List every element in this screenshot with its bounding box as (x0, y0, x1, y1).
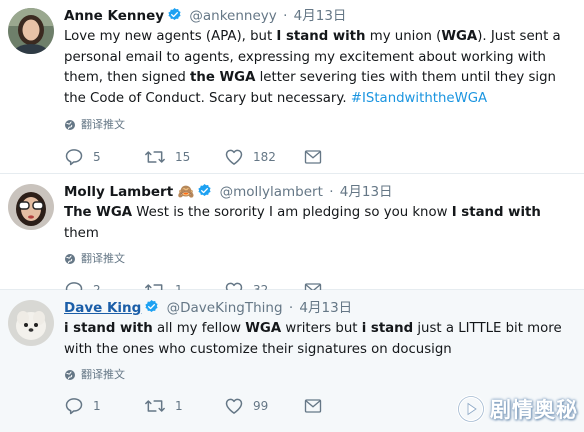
text-part: them (64, 225, 99, 241)
verified-badge-icon (167, 7, 182, 28)
watermark: 剧情奥秘 (456, 394, 578, 424)
heart-icon (225, 149, 243, 165)
text-part-bold: the WGA (190, 70, 256, 85)
author-handle[interactable]: @DaveKingThing (167, 300, 283, 316)
like-count: 99 (253, 399, 269, 413)
direct-message-button[interactable] (304, 398, 384, 414)
direct-message-button[interactable] (304, 149, 384, 165)
text-part-bold: The WGA (64, 205, 133, 220)
avatar[interactable] (8, 8, 54, 54)
text-part-bold: WGA (245, 321, 282, 336)
envelope-icon (304, 399, 322, 413)
retweet-icon (145, 400, 165, 412)
globe-icon (65, 254, 75, 264)
tweet-card[interactable]: Anne Kenney @ankenneyy · 4月13日 Love my n… (0, 0, 584, 174)
tweet-header: Anne Kenney @ankenneyy · 4月13日 (64, 6, 576, 26)
reply-icon (65, 398, 83, 415)
tweet-card[interactable]: Molly Lambert 🙈 @mollylambert · 4月13日 Th… (0, 174, 584, 299)
separator-dot: · (288, 300, 294, 316)
separator-dot: · (329, 184, 334, 200)
avatar[interactable] (8, 300, 54, 346)
text-part-bold: WGA (441, 29, 478, 44)
reply-button[interactable]: 5 (64, 147, 144, 167)
hashtag-link[interactable]: #IStandwiththeWGA (351, 91, 487, 106)
tweet-header: Dave King @DaveKingThing · 4月13日 (64, 298, 576, 318)
retweet-icon (145, 151, 165, 163)
tweet-date[interactable]: 4月13日 (340, 184, 393, 200)
text-part: Love my new agents (APA), but (64, 29, 277, 44)
reply-button[interactable]: 1 (64, 396, 144, 416)
tweet-card[interactable]: Dave King @DaveKingThing · 4月13日 i stand… (0, 290, 584, 432)
author-handle[interactable]: @ankenneyy (189, 8, 276, 24)
globe-icon (65, 120, 75, 130)
translate-tweet-button[interactable]: 翻译推文 (64, 250, 576, 268)
tweet-text: The WGA West is the sorority I am pledgi… (64, 203, 576, 244)
text-part-bold: i stand with (64, 321, 153, 336)
text-part: writers but (281, 321, 362, 336)
tweet-date[interactable]: 4月13日 (294, 8, 347, 24)
tweet-actions: 5 15 182 (64, 146, 576, 168)
retweet-count: 15 (175, 150, 191, 164)
globe-icon (65, 370, 75, 380)
text-part: my union ( (365, 29, 442, 44)
author-handle[interactable]: @mollylambert (220, 184, 323, 200)
reply-icon (65, 149, 83, 166)
envelope-icon (304, 150, 322, 164)
tweet-header: Molly Lambert 🙈 @mollylambert · 4月13日 (64, 182, 576, 202)
verified-badge-icon (197, 183, 212, 204)
translate-tweet-button[interactable]: 翻译推文 (64, 116, 576, 134)
tweet-content: Anne Kenney @ankenneyy · 4月13日 Love my n… (64, 6, 576, 168)
author-name[interactable]: Molly Lambert (64, 184, 173, 200)
author-name[interactable]: Dave King (64, 300, 141, 316)
tweet-content: Molly Lambert 🙈 @mollylambert · 4月13日 Th… (64, 182, 576, 301)
text-part-bold: I stand with (451, 205, 541, 220)
tweet-date[interactable]: 4月13日 (299, 300, 352, 316)
watermark-text: 剧情奥秘 (490, 398, 578, 422)
retweet-button[interactable]: 1 (144, 396, 224, 416)
translate-label: 翻译推文 (81, 118, 125, 131)
text-part-bold: i stand (361, 321, 414, 336)
author-name[interactable]: Anne Kenney (64, 8, 164, 24)
text-part: West is the sorority I am pledging so yo… (132, 205, 452, 220)
reply-count: 5 (93, 150, 101, 164)
separator-dot: · (283, 8, 288, 24)
like-button[interactable]: 182 (224, 147, 304, 167)
verified-badge-icon (144, 299, 159, 320)
retweet-button[interactable]: 15 (144, 147, 224, 167)
see-no-evil-monkey-icon: 🙈 (177, 184, 195, 200)
like-button[interactable]: 99 (224, 396, 304, 416)
translate-label: 翻译推文 (81, 252, 125, 265)
like-count: 182 (253, 150, 276, 164)
reply-count: 1 (93, 399, 101, 413)
translate-label: 翻译推文 (81, 368, 125, 381)
tweet-text: i stand with all my fellow WGA writers b… (64, 319, 576, 360)
text-part-bold: I stand with (276, 29, 366, 44)
play-circle-logo (457, 395, 485, 423)
text-part: all my fellow (152, 321, 246, 336)
tweet-text: Love my new agents (APA), but I stand wi… (64, 27, 576, 109)
avatar[interactable] (8, 184, 54, 230)
retweet-count: 1 (175, 399, 183, 413)
translate-tweet-button[interactable]: 翻译推文 (64, 366, 576, 384)
heart-icon (225, 398, 243, 414)
